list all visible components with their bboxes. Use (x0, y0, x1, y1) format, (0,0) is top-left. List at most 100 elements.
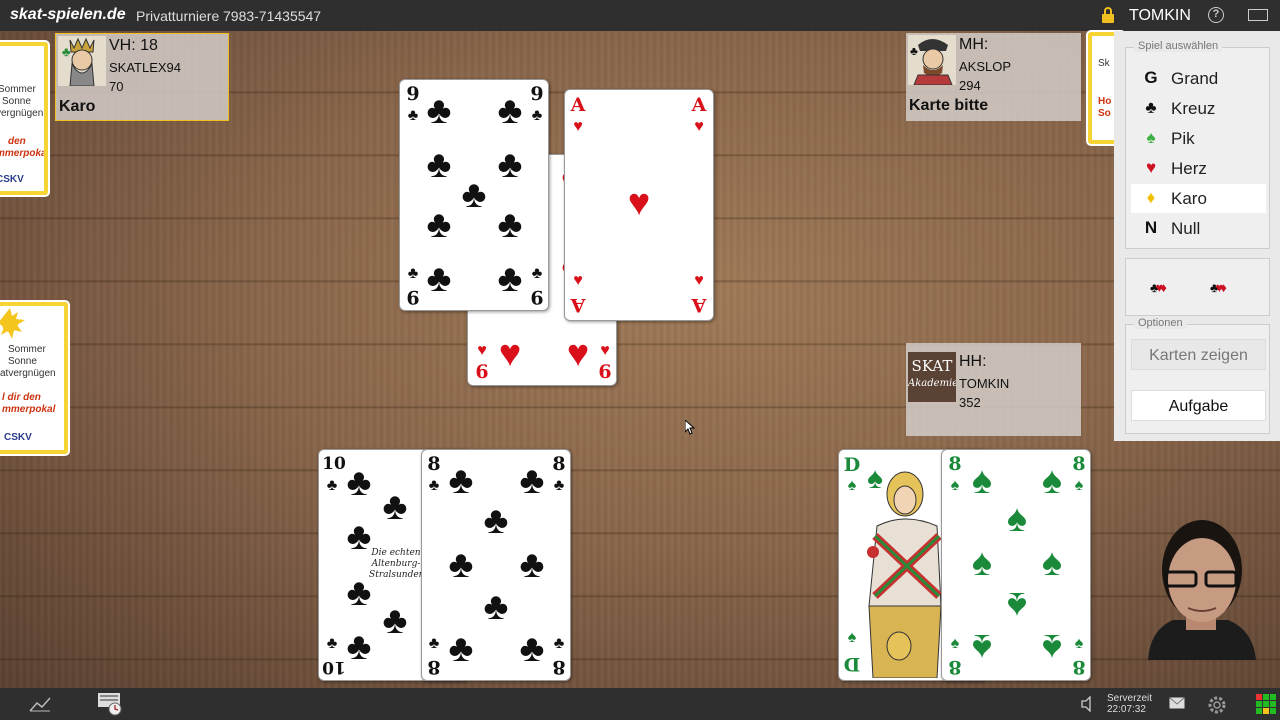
card-rank: 8 (1072, 453, 1086, 475)
svg-text:♣: ♣ (62, 44, 71, 59)
player-label: HH: (959, 353, 987, 370)
card-rank: D (843, 653, 861, 675)
suit-style-icon[interactable]: ♣♥♦ (1150, 280, 1167, 295)
club-icon: ♣ (426, 144, 452, 186)
ad-text: Sommer (0, 84, 36, 95)
card-style-group: ♣♥♦ ♣♥♦ (1125, 258, 1270, 316)
spade-icon: ♠ (1006, 584, 1028, 626)
player-name[interactable]: AKSLOP (959, 59, 1011, 74)
player-status: Karo (59, 98, 96, 115)
sponsor-card-mid-left: Sommer Sonne atvergnügen l dir den mmerp… (0, 300, 70, 456)
ad-text: l dir den (2, 392, 41, 403)
ad-text: Sonne (2, 96, 31, 107)
game-symbol-icon: ♥ (1145, 158, 1157, 177)
club-icon: ♣ (426, 90, 452, 132)
server-time-block: Serverzeit 22:07:32 (1107, 693, 1152, 715)
spade-icon: ♠ (971, 542, 993, 584)
connection-status-icon[interactable] (1255, 693, 1277, 715)
settings-gear-icon[interactable] (1205, 693, 1229, 717)
card-rank: A (570, 94, 586, 116)
player-name[interactable]: TOMKIN (959, 376, 1009, 391)
statistics-chart-icon[interactable] (29, 696, 51, 712)
help-icon[interactable]: ? (1208, 7, 1224, 23)
heart-icon: ♥ (498, 333, 522, 375)
heart-emblem-icon: ♥ (627, 182, 651, 224)
club-icon: ♣ (531, 107, 543, 124)
group-legend: Spiel auswählen (1134, 40, 1223, 52)
trick-card-ace-of-hearts: A ♥ A ♥ ♥ ♥ A ♥ A (564, 89, 714, 321)
game-option-label: Kreuz (1171, 99, 1216, 118)
game-option-herz[interactable]: ♥ Herz (1131, 154, 1266, 183)
game-option-kreuz[interactable]: ♣ Kreuz (1131, 94, 1266, 123)
club-icon: ♣ (497, 90, 523, 132)
club-icon: ♣ (382, 486, 408, 528)
club-icon: ♣ (497, 144, 523, 186)
club-icon: ♣ (483, 500, 509, 542)
ad-text: Ho (1098, 96, 1112, 107)
card-rank: 6 (598, 361, 612, 383)
club-icon: ♣ (448, 544, 474, 586)
spade-icon: ♠ (1041, 542, 1063, 584)
server-time-value: 22:07:32 (1107, 704, 1146, 715)
club-icon: ♣ (382, 600, 408, 642)
hand-card-eight-of-spades[interactable]: 8 ♠ 8 ♠ ♠ ♠ ♠ ♠ ♠ ♠ ♠ ♠ ♠ 8 ♠ 8 (941, 449, 1091, 681)
game-option-label: Herz (1171, 159, 1207, 178)
heart-icon: ♥ (694, 118, 704, 135)
bottom-bar: Serverzeit 22:07:32 (0, 688, 1280, 720)
sponsor-card-content: Sommer Sonne atvergnügen l dir den mmerp… (0, 306, 64, 450)
game-option-pik[interactable]: ♠ Pik (1131, 124, 1266, 153)
game-symbol-icon: ♦ (1146, 188, 1156, 207)
options-group: Optionen Karten zeigen Aufgabe (1125, 317, 1270, 434)
game-choice-group: Spiel auswählen G Grand ♣ Kreuz ♠ Pik ♥ Herz ♦ Ka… (1125, 40, 1270, 249)
lock-icon (1102, 7, 1114, 23)
spade-icon: ♠ (1041, 460, 1063, 502)
game-option-label: Null (1171, 219, 1201, 238)
spade-icon: ♠ (1006, 498, 1028, 540)
card-rank: 10 (322, 657, 346, 677)
player-score: 352 (959, 395, 981, 410)
jack-portrait-icon: ♣ (908, 35, 956, 85)
heart-icon: ♥ (477, 342, 487, 359)
tournament-label: Privatturniere (136, 8, 220, 24)
game-option-null[interactable]: N Null (1131, 214, 1266, 243)
game-symbol-icon: ♣ (1145, 98, 1157, 117)
game-option-karo[interactable]: ♦ Karo (1131, 184, 1266, 213)
card-rank: A (570, 294, 586, 316)
ad-text: Sonne (8, 356, 37, 367)
game-option-label: Grand (1171, 69, 1219, 88)
player-label: MH: (959, 36, 989, 53)
webcam-overlay (1148, 520, 1256, 660)
club-icon: ♣ (531, 265, 543, 282)
player-name[interactable]: SKATLEX94 (109, 60, 181, 75)
ad-text: den (8, 136, 26, 147)
ad-text: mmerpokal (2, 404, 56, 415)
username[interactable]: TOMKIN (1129, 7, 1191, 25)
suit-style-icon[interactable]: ♣♥♦ (1210, 280, 1227, 295)
heart-icon: ♥ (600, 342, 610, 359)
logo-text-akademie: Akademie (908, 378, 956, 389)
scoresheet-clock-icon[interactable] (97, 692, 123, 716)
mouse-cursor-icon (685, 420, 695, 435)
spade-icon: ♠ (971, 460, 993, 502)
ad-text: vergnügen (0, 108, 44, 119)
trick-card-nine-of-clubs: 9 ♣ 9 ♣ ♣ ♣ ♣ ♣ ♣ ♣ ♣ ♣ ♣ ♣ 9 ♣ 9 (399, 79, 549, 311)
club-icon: ♣ (519, 628, 545, 670)
ad-text: Sk (1098, 58, 1110, 69)
player-box-self: SKAT Akademie HH: TOMKIN 352 (906, 343, 1081, 436)
spade-icon: ♠ (971, 626, 993, 668)
speaker-icon[interactable] (1080, 696, 1096, 712)
hand-card-eight-of-clubs[interactable]: 8 ♣ 8 ♣ ♣ ♣ ♣ ♣ ♣ ♣ ♣ ♣ ♣ 8 ♣ 8 (421, 449, 571, 681)
sun-icon (0, 308, 25, 339)
window-toggle-icon[interactable] (1248, 9, 1268, 21)
group-legend: Optionen (1134, 317, 1187, 329)
svg-text:♣: ♣ (910, 44, 918, 58)
show-cards-button[interactable]: Karten zeigen (1131, 339, 1266, 370)
task-button[interactable]: Aufgabe (1131, 390, 1266, 421)
card-rank: 6 (475, 361, 489, 383)
mail-icon[interactable] (1169, 697, 1185, 709)
ad-text: So (1098, 108, 1111, 119)
card-rank: 8 (552, 453, 566, 475)
card-rank: 8 (552, 656, 566, 678)
site-brand[interactable]: skat-spielen.de (10, 6, 126, 24)
game-option-grand[interactable]: G Grand (1131, 64, 1266, 93)
